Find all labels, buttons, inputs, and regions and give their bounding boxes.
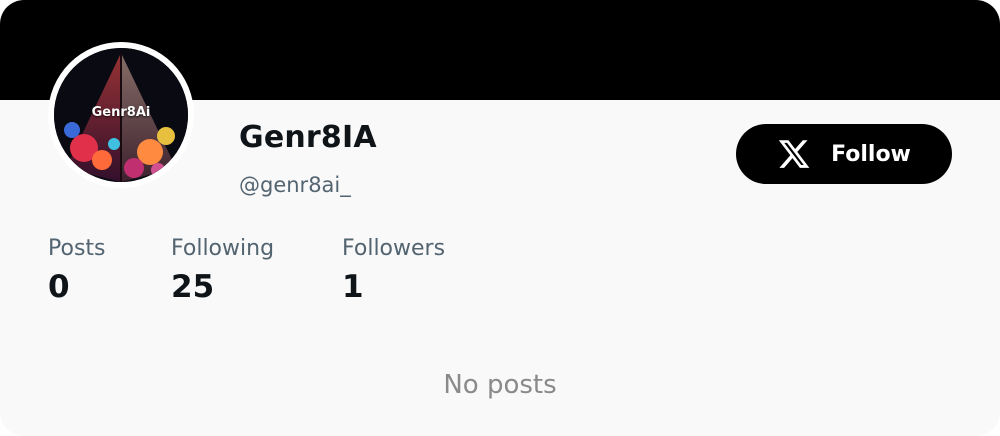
stat-label: Following <box>171 236 275 261</box>
profile-name[interactable]: Genr8IA <box>239 120 377 155</box>
stat-posts[interactable]: Posts 0 <box>48 236 106 305</box>
stat-following[interactable]: Following 25 <box>171 236 274 305</box>
stat-value: 0 <box>48 269 70 305</box>
empty-state-message: No posts <box>443 370 557 400</box>
follow-button[interactable]: Follow <box>736 124 952 184</box>
stat-followers[interactable]: Followers 1 <box>342 236 445 305</box>
profile-handle[interactable]: @genr8ai_ <box>239 173 351 197</box>
avatar-logo-text: Genr8Ai <box>91 105 151 120</box>
avatar[interactable]: Genr8Ai <box>48 42 194 188</box>
stat-value: 25 <box>171 269 215 305</box>
stat-value: 1 <box>342 269 364 305</box>
profile-card: Genr8Ai Genr8IA @genr8ai_ Follow Posts 0… <box>0 0 1000 436</box>
stat-label: Posts <box>48 236 106 261</box>
x-logo-icon <box>778 140 810 168</box>
follow-button-label: Follow <box>831 141 911 167</box>
avatar-image: Genr8Ai <box>54 48 188 182</box>
stat-label: Followers <box>342 236 446 261</box>
